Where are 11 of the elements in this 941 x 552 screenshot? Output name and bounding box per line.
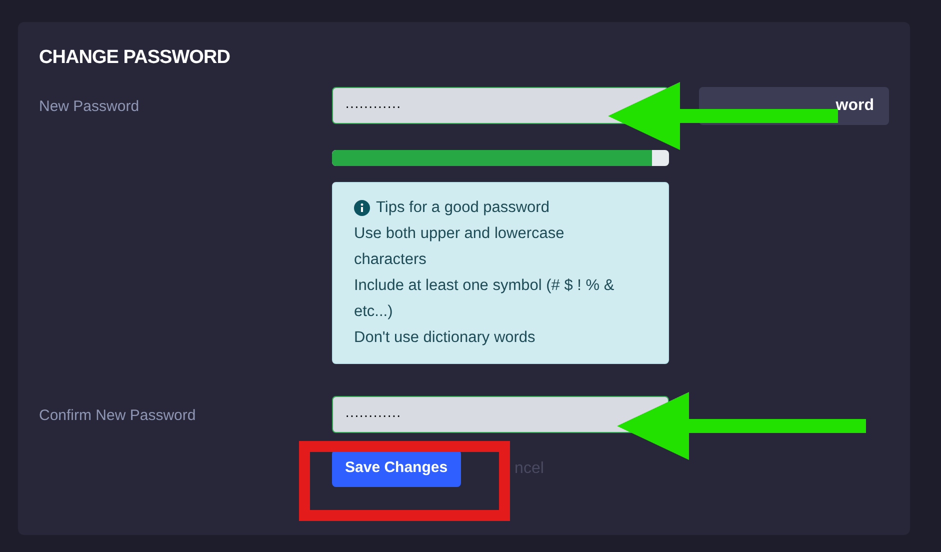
- password-field[interactable]: ············: [332, 87, 669, 124]
- field-label: New Password: [39, 98, 140, 115]
- tip-text: Don't use dictionary words: [354, 328, 536, 348]
- field-label: Confirm New Password: [39, 407, 196, 424]
- card-title: CHANGE PASSWORD: [39, 46, 231, 70]
- tip-text: Include at least one symbol (# $ ! % & etc...): [354, 276, 616, 322]
- tips-heading: Tips for a good password: [376, 198, 550, 218]
- info-icon: [354, 200, 370, 216]
- confirm-password-field[interactable]: ············: [332, 396, 669, 433]
- save-button[interactable]: Save Changes: [332, 450, 461, 487]
- tip-text: Use both upper and lowercase characters: [354, 224, 566, 270]
